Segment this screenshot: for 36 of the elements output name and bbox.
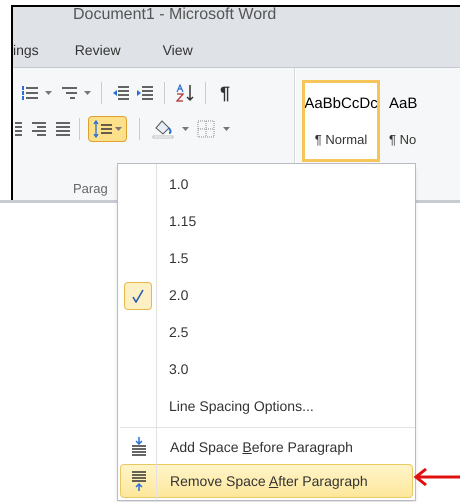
dropdown-caret-icon [223,127,230,131]
paint-bucket-icon [152,119,174,139]
ribbon-tab[interactable]: Review [74,40,163,60]
numbered-list-icon [21,85,39,101]
line-spacing-option[interactable]: 1.5 [118,240,415,277]
show-formatting-button[interactable]: ¶ [216,80,234,106]
pointer-arrow [414,468,460,486]
style-preview[interactable]: AaB ¶ No [382,80,460,162]
line-spacing-option[interactable]: 2.0 [118,277,415,314]
ribbon-tab[interactable]: View [162,40,235,60]
space-before-icon [130,437,148,457]
ribbon-tab[interactable]: ings [13,40,75,60]
line-spacing-button[interactable] [88,116,127,142]
justify-icon [55,121,71,137]
check-icon [132,288,144,302]
line-spacing-option[interactable]: 2.5 [118,314,415,351]
increase-indent-icon [136,85,154,101]
remove-space-after-item[interactable]: Remove Space After Paragraph [120,464,413,498]
decrease-indent-icon [112,85,130,101]
dropdown-caret-icon [84,91,91,95]
space-after-icon [130,471,148,491]
sort-icon [175,84,195,102]
borders-icon [197,120,215,138]
line-spacing-options-item[interactable]: Line Spacing Options... [118,388,415,425]
right-align-icon [31,121,47,137]
line-spacing-option[interactable]: 1.0 [118,166,415,203]
line-spacing-icon [93,120,113,138]
line-spacing-option[interactable]: 1.15 [118,203,415,240]
center-align-icon [15,121,23,137]
dropdown-caret-icon [115,127,122,131]
dropdown-caret-icon [182,127,189,131]
dropdown-caret-icon [45,91,52,95]
line-spacing-option[interactable]: 3.0 [118,351,415,388]
group-label: Parag [73,180,108,198]
window-title: Document1 - Microsoft Word [73,7,276,23]
add-space-before-item[interactable]: Add Space Before Paragraph [120,430,413,464]
